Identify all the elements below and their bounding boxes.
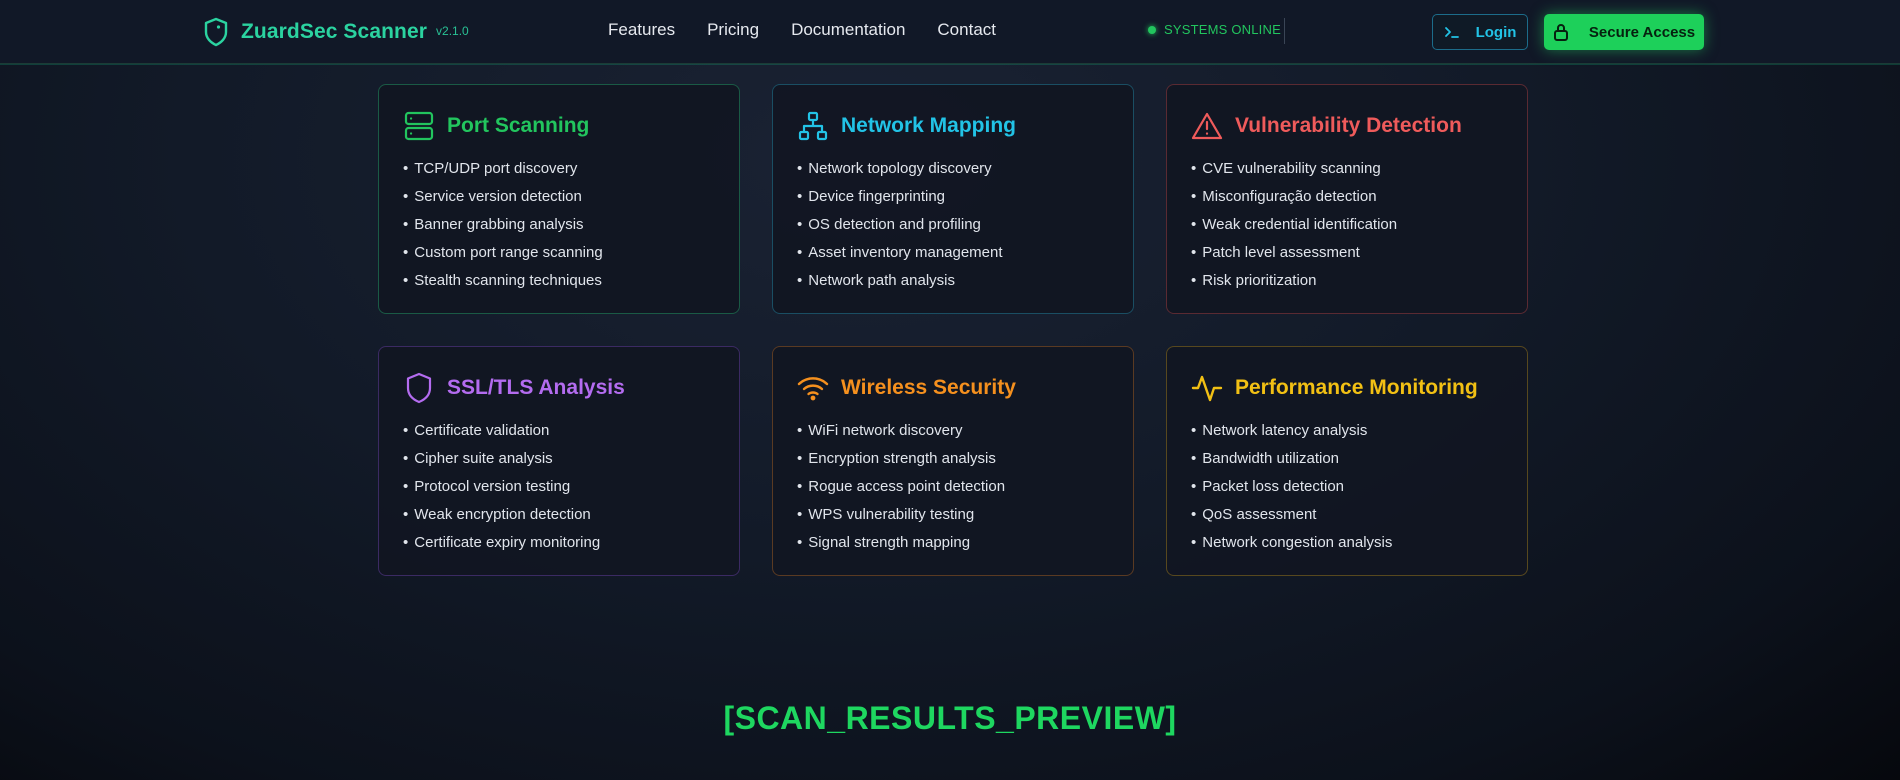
list-item: Certificate expiry monitoring xyxy=(403,529,715,557)
feature-card-port-scanning: Port Scanning TCP/UDP port discovery Ser… xyxy=(378,84,740,314)
list-item: Stealth scanning techniques xyxy=(403,267,715,295)
warning-icon xyxy=(1191,110,1223,142)
list-item: QoS assessment xyxy=(1191,501,1503,529)
login-button[interactable]: Login xyxy=(1432,14,1528,50)
list-item: Device fingerprinting xyxy=(797,183,1109,211)
login-label: Login xyxy=(1475,23,1517,41)
lock-icon xyxy=(1553,24,1568,41)
list-item: Misconfiguração detection xyxy=(1191,183,1503,211)
wifi-icon xyxy=(797,372,829,404)
list-item: Protocol version testing xyxy=(403,473,715,501)
activity-icon xyxy=(1191,372,1223,404)
status-text: SYSTEMS ONLINE xyxy=(1164,22,1281,37)
list-item: Signal strength mapping xyxy=(797,529,1109,557)
secure-access-label: Secure Access xyxy=(1588,23,1696,41)
feature-list: Network topology discovery Device finger… xyxy=(797,155,1109,295)
list-item: Bandwidth utilization xyxy=(1191,445,1503,473)
card-title: Performance Monitoring xyxy=(1235,376,1478,399)
brand-name: ZuardSec Scanner xyxy=(241,20,428,43)
list-item: OS detection and profiling xyxy=(797,211,1109,239)
list-item: Packet loss detection xyxy=(1191,473,1503,501)
list-item: Cipher suite analysis xyxy=(403,445,715,473)
card-title: SSL/TLS Analysis xyxy=(447,376,625,399)
feature-card-network-mapping: Network Mapping Network topology discove… xyxy=(772,84,1134,314)
list-item: Asset inventory management xyxy=(797,239,1109,267)
nav-features[interactable]: Features xyxy=(608,20,675,40)
list-item: WiFi network discovery xyxy=(797,417,1109,445)
list-item: WPS vulnerability testing xyxy=(797,501,1109,529)
terminal-icon xyxy=(1444,27,1459,38)
section-title: [SCAN_RESULTS_PREVIEW] xyxy=(723,700,1177,736)
list-item: Encryption strength analysis xyxy=(797,445,1109,473)
feature-card-ssl-tls-analysis: SSL/TLS Analysis Certificate validation … xyxy=(378,346,740,576)
top-navbar: ZuardSec Scanner v2.1.0 Features Pricing… xyxy=(0,0,1900,64)
secure-access-button[interactable]: Secure Access xyxy=(1544,14,1704,50)
card-title: Port Scanning xyxy=(447,114,590,137)
feature-list: Network latency analysis Bandwidth utili… xyxy=(1191,417,1503,557)
feature-list: CVE vulnerability scanning Misconfiguraç… xyxy=(1191,155,1503,295)
feature-list: Certificate validation Cipher suite anal… xyxy=(403,417,715,557)
server-icon xyxy=(403,110,435,142)
list-item: CVE vulnerability scanning xyxy=(1191,155,1503,183)
list-item: Network topology discovery xyxy=(797,155,1109,183)
list-item: Service version detection xyxy=(403,183,715,211)
nav-pricing[interactable]: Pricing xyxy=(707,20,759,40)
list-item: Risk prioritization xyxy=(1191,267,1503,295)
nav-contact[interactable]: Contact xyxy=(937,20,996,40)
main-nav: Features Pricing Documentation Contact xyxy=(608,20,1028,40)
list-item: TCP/UDP port discovery xyxy=(403,155,715,183)
system-status: SYSTEMS ONLINE xyxy=(1148,22,1281,37)
list-item: Certificate validation xyxy=(403,417,715,445)
card-title: Wireless Security xyxy=(841,376,1016,399)
list-item: Patch level assessment xyxy=(1191,239,1503,267)
shield-icon xyxy=(403,372,435,404)
list-item: Network path analysis xyxy=(797,267,1109,295)
brand[interactable]: ZuardSec Scanner v2.1.0 xyxy=(203,16,469,48)
card-title: Network Mapping xyxy=(841,114,1017,137)
header-divider xyxy=(1284,18,1285,44)
feature-card-wireless-security: Wireless Security WiFi network discovery… xyxy=(772,346,1134,576)
list-item: Rogue access point detection xyxy=(797,473,1109,501)
status-dot-icon xyxy=(1148,25,1156,34)
feature-card-vulnerability-detection: Vulnerability Detection CVE vulnerabilit… xyxy=(1166,84,1528,314)
shield-logo-icon xyxy=(203,16,231,48)
list-item: Custom port range scanning xyxy=(403,239,715,267)
network-icon xyxy=(797,110,829,142)
list-item: Network latency analysis xyxy=(1191,417,1503,445)
nav-documentation[interactable]: Documentation xyxy=(791,20,905,40)
feature-list: WiFi network discovery Encryption streng… xyxy=(797,417,1109,557)
card-title: Vulnerability Detection xyxy=(1235,114,1462,137)
version-badge: v2.1.0 xyxy=(436,24,469,38)
list-item: Weak credential identification xyxy=(1191,211,1503,239)
feature-card-performance-monitoring: Performance Monitoring Network latency a… xyxy=(1166,346,1528,576)
feature-list: TCP/UDP port discovery Service version d… xyxy=(403,155,715,295)
list-item: Weak encryption detection xyxy=(403,501,715,529)
list-item: Network congestion analysis xyxy=(1191,529,1503,557)
list-item: Banner grabbing analysis xyxy=(403,211,715,239)
